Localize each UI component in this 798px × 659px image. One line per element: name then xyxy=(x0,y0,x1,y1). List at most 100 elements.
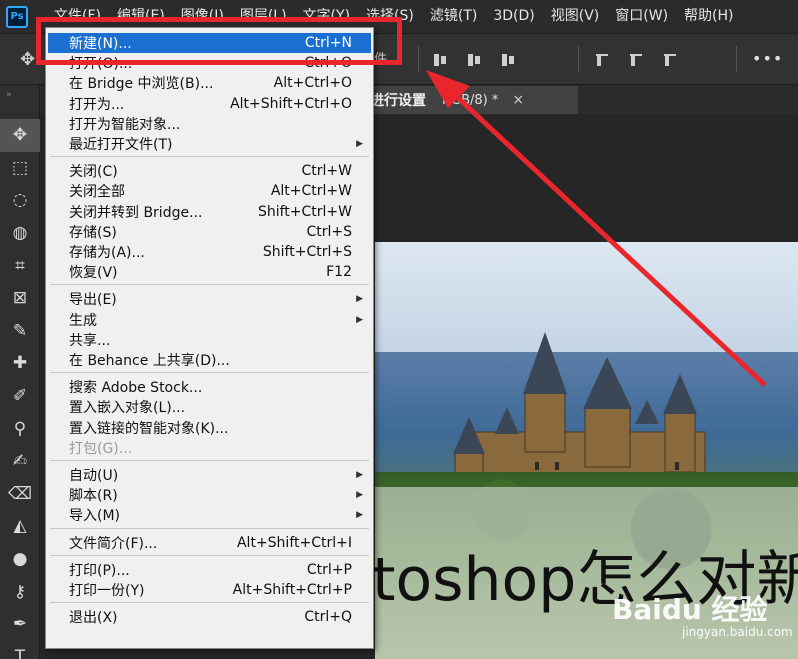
file-menu-item[interactable]: 存储(S) Ctrl+S xyxy=(48,222,371,242)
align-bottom-icon[interactable] xyxy=(662,52,678,68)
menu-separator xyxy=(50,554,369,556)
menu-7[interactable]: 3D(D) xyxy=(485,0,542,33)
align-top-icon[interactable] xyxy=(594,52,610,68)
menu-item-shortcut: Alt+Ctrl+W xyxy=(270,183,352,200)
file-menu-item[interactable]: 脚本(R) ▶ xyxy=(48,485,371,505)
tool-list: ✥ ⬚ ◌ ◍ ⌗ ⊠ ✎ ✚ ✐ ⚲ ✍ ⌫ ◭ ● ⚷ ✒ T xyxy=(0,119,40,659)
align-center-h-icon[interactable] xyxy=(466,52,482,68)
menu-item-label: 关闭并转到 Bridge... xyxy=(69,204,203,221)
menu-item-shortcut: Alt+Shift+Ctrl+P xyxy=(232,582,352,598)
healing-brush-icon[interactable]: ✚ xyxy=(0,347,40,380)
menu-item-label: 退出(X) xyxy=(69,610,118,627)
align-right-icon[interactable] xyxy=(500,52,516,68)
submenu-arrow-icon: ▶ xyxy=(356,490,363,501)
menu-item-label: 打印(P)... xyxy=(69,562,130,579)
file-menu-item[interactable]: 导入(M) ▶ xyxy=(48,505,371,525)
file-menu-item[interactable]: 文件简介(F)... Alt+Shift+Ctrl+I xyxy=(48,533,371,553)
menu-item-label: 打印一份(Y) xyxy=(69,583,145,599)
submenu-arrow-icon: ▶ xyxy=(356,510,363,521)
crop-icon[interactable]: ⌗ xyxy=(0,249,40,282)
file-menu-item[interactable]: 共享... xyxy=(48,330,371,350)
options-separator xyxy=(418,46,419,72)
photoshop-logo: Ps xyxy=(6,5,28,28)
menu-item-label: 生成 xyxy=(69,312,97,329)
menu-separator xyxy=(50,602,369,604)
menu-item-label: 导入(M) xyxy=(69,508,121,525)
type-icon[interactable]: T xyxy=(0,641,40,659)
file-menu-item[interactable]: 在 Bridge 中浏览(B)... Alt+Ctrl+O xyxy=(48,73,371,93)
menu-item-label: 置入嵌入对象(L)... xyxy=(69,400,186,417)
file-menu-item[interactable]: 关闭全部 Alt+Ctrl+W xyxy=(48,181,371,201)
document-tab[interactable]: 进行设置 RGB/8) * × xyxy=(366,86,578,114)
lasso-icon[interactable]: ◌ xyxy=(0,184,40,217)
file-menu-item[interactable]: 打开为智能对象... xyxy=(48,114,371,134)
file-menu-item[interactable]: 打开为... Alt+Shift+Ctrl+O xyxy=(48,94,371,114)
menu-item-label: 关闭全部 xyxy=(69,184,125,201)
pen-icon[interactable]: ✒ xyxy=(0,608,40,641)
eraser-icon[interactable]: ⌫ xyxy=(0,478,40,511)
history-brush-icon[interactable]: ✍ xyxy=(0,445,40,478)
menu-separator xyxy=(50,460,369,461)
menu-item-label: 打开为智能对象... xyxy=(69,116,181,133)
quick-select-icon[interactable]: ◍ xyxy=(0,217,40,250)
menu-item-shortcut: Ctrl+S xyxy=(306,223,352,240)
file-menu-item[interactable]: 恢复(V) F12 xyxy=(48,262,371,282)
more-options-button[interactable]: ••• xyxy=(752,49,783,68)
watermark-url: jingyan.baidu.com xyxy=(682,625,793,639)
menu-item-label: 自动(U) xyxy=(69,468,119,484)
submenu-arrow-icon: ▶ xyxy=(356,314,363,325)
panel-collapse-icon[interactable]: » xyxy=(6,90,12,100)
eyedropper-icon[interactable]: ✎ xyxy=(0,315,40,348)
file-menu-item[interactable]: 导出(E) ▶ xyxy=(48,289,371,309)
menu-item-shortcut: Ctrl+P xyxy=(306,561,352,578)
menu-item-label: 存储为(A)... xyxy=(69,245,145,261)
dodge-icon[interactable]: ⚷ xyxy=(0,575,40,608)
file-menu-item[interactable]: 存储为(A)... Shift+Ctrl+S xyxy=(48,242,371,262)
file-menu-item[interactable]: 最近打开文件(T) ▶ xyxy=(48,134,371,154)
file-menu-item: 打包(G)... xyxy=(48,438,371,458)
align-icons xyxy=(432,52,516,68)
align-v-icons xyxy=(594,52,678,68)
menu-8[interactable]: 视图(V) xyxy=(543,0,608,33)
align-left-icon[interactable] xyxy=(432,52,448,68)
file-menu-item[interactable]: 自动(U) ▶ xyxy=(48,465,371,485)
file-menu-item[interactable]: 置入链接的智能对象(K)... xyxy=(48,418,371,438)
menu-item-shortcut: Ctrl+Q xyxy=(304,609,352,626)
menu-9[interactable]: 窗口(W) xyxy=(607,0,676,33)
menu-item-label: 置入链接的智能对象(K)... xyxy=(69,420,229,437)
menu-item-shortcut: Alt+Shift+Ctrl+I xyxy=(236,534,352,551)
menu-item-label: 共享... xyxy=(69,332,111,349)
options-separator xyxy=(578,46,579,72)
file-menu-item[interactable]: 在 Behance 上共享(D)... xyxy=(48,350,371,370)
submenu-arrow-icon: ▶ xyxy=(356,294,363,305)
move-icon[interactable]: ✥ xyxy=(20,49,35,70)
menu-item-label: 在 Bridge 中浏览(B)... xyxy=(69,76,214,93)
frame-icon[interactable]: ⊠ xyxy=(0,282,40,315)
marquee-icon[interactable]: ⬚ xyxy=(0,152,40,185)
file-menu-item[interactable]: 搜索 Adobe Stock... xyxy=(48,377,371,397)
file-menu-item[interactable]: 置入嵌入对象(L)... xyxy=(48,397,371,417)
clone-stamp-icon[interactable]: ⚲ xyxy=(0,412,40,445)
menu-item-label: 打包(G)... xyxy=(69,440,133,457)
file-menu-item[interactable]: 关闭并转到 Bridge... Shift+Ctrl+W xyxy=(48,202,371,222)
brush-icon[interactable]: ✐ xyxy=(0,380,40,413)
file-menu-item[interactable]: 打印一份(Y) Alt+Shift+Ctrl+P xyxy=(48,580,371,600)
options-separator xyxy=(736,46,737,72)
menu-item-label: 导出(E) xyxy=(69,292,117,309)
file-menu-item[interactable]: 退出(X) Ctrl+Q xyxy=(48,607,371,627)
file-menu-item[interactable]: 生成 ▶ xyxy=(48,310,371,330)
paint-bucket-icon[interactable]: ◭ xyxy=(0,510,40,543)
menu-item-label: 最近打开文件(T) xyxy=(69,137,173,153)
align-middle-v-icon[interactable] xyxy=(628,52,644,68)
close-tab-icon[interactable]: × xyxy=(512,92,524,108)
menu-10[interactable]: 帮助(H) xyxy=(676,0,741,33)
file-menu-item[interactable]: 打印(P)... Ctrl+P xyxy=(48,560,371,580)
submenu-arrow-icon: ▶ xyxy=(356,470,363,480)
annotation-highlight-box xyxy=(36,17,402,65)
menu-6[interactable]: 滤镜(T) xyxy=(422,0,485,33)
move-icon[interactable]: ✥ xyxy=(0,119,40,152)
menu-item-label: 脚本(R) xyxy=(69,488,118,505)
blur-icon[interactable]: ● xyxy=(0,543,40,576)
menu-item-label: 存储(S) xyxy=(69,224,117,241)
file-menu-item[interactable]: 关闭(C) Ctrl+W xyxy=(48,161,371,181)
